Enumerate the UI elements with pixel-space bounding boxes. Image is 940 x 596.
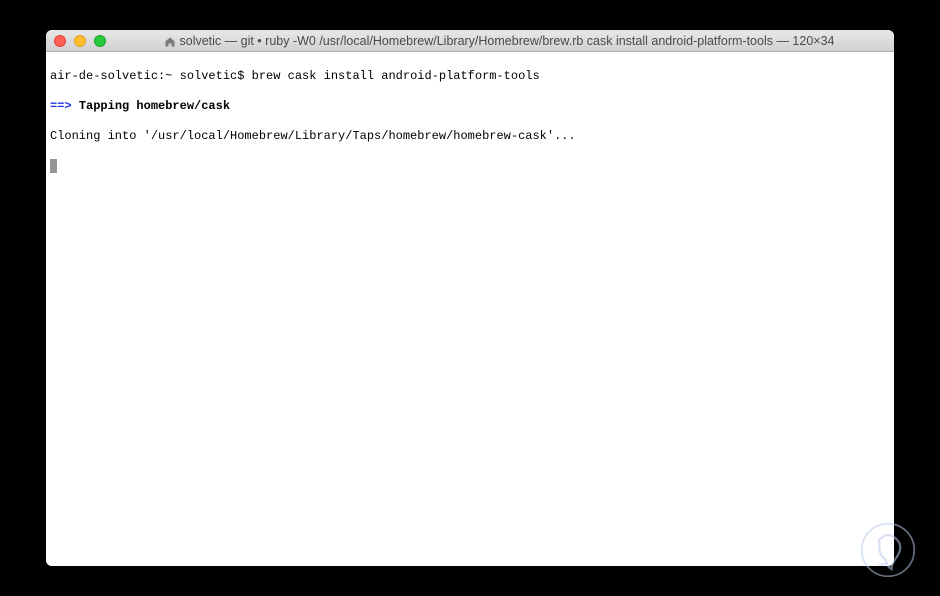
terminal-line: air-de-solvetic:~ solvetic$ brew cask in… bbox=[50, 69, 890, 84]
window-title: solvetic — git • ruby -W0 /usr/local/Hom… bbox=[180, 34, 835, 48]
traffic-lights bbox=[54, 35, 106, 47]
titlebar[interactable]: solvetic — git • ruby -W0 /usr/local/Hom… bbox=[46, 30, 894, 52]
close-icon[interactable] bbox=[54, 35, 66, 47]
terminal-line: ==> Tapping homebrew/cask bbox=[50, 99, 890, 114]
command-text: brew cask install android-platform-tools bbox=[252, 69, 540, 83]
terminal-window: solvetic — git • ruby -W0 /usr/local/Hom… bbox=[46, 30, 894, 566]
home-icon bbox=[164, 35, 176, 47]
prompt-host: air-de-solvetic: bbox=[50, 69, 165, 83]
status-arrow: ==> bbox=[50, 99, 72, 113]
minimize-icon[interactable] bbox=[74, 35, 86, 47]
terminal-body[interactable]: air-de-solvetic:~ solvetic$ brew cask in… bbox=[46, 52, 894, 566]
prompt-path: ~ bbox=[165, 69, 172, 83]
terminal-line: Cloning into '/usr/local/Homebrew/Librar… bbox=[50, 129, 890, 144]
watermark-logo bbox=[860, 522, 916, 578]
prompt-user: solvetic$ bbox=[180, 69, 245, 83]
maximize-icon[interactable] bbox=[94, 35, 106, 47]
terminal-line bbox=[50, 159, 890, 174]
cursor bbox=[50, 159, 57, 173]
title-container: solvetic — git • ruby -W0 /usr/local/Hom… bbox=[112, 34, 886, 48]
status-text: Tapping homebrew/cask bbox=[79, 99, 230, 113]
